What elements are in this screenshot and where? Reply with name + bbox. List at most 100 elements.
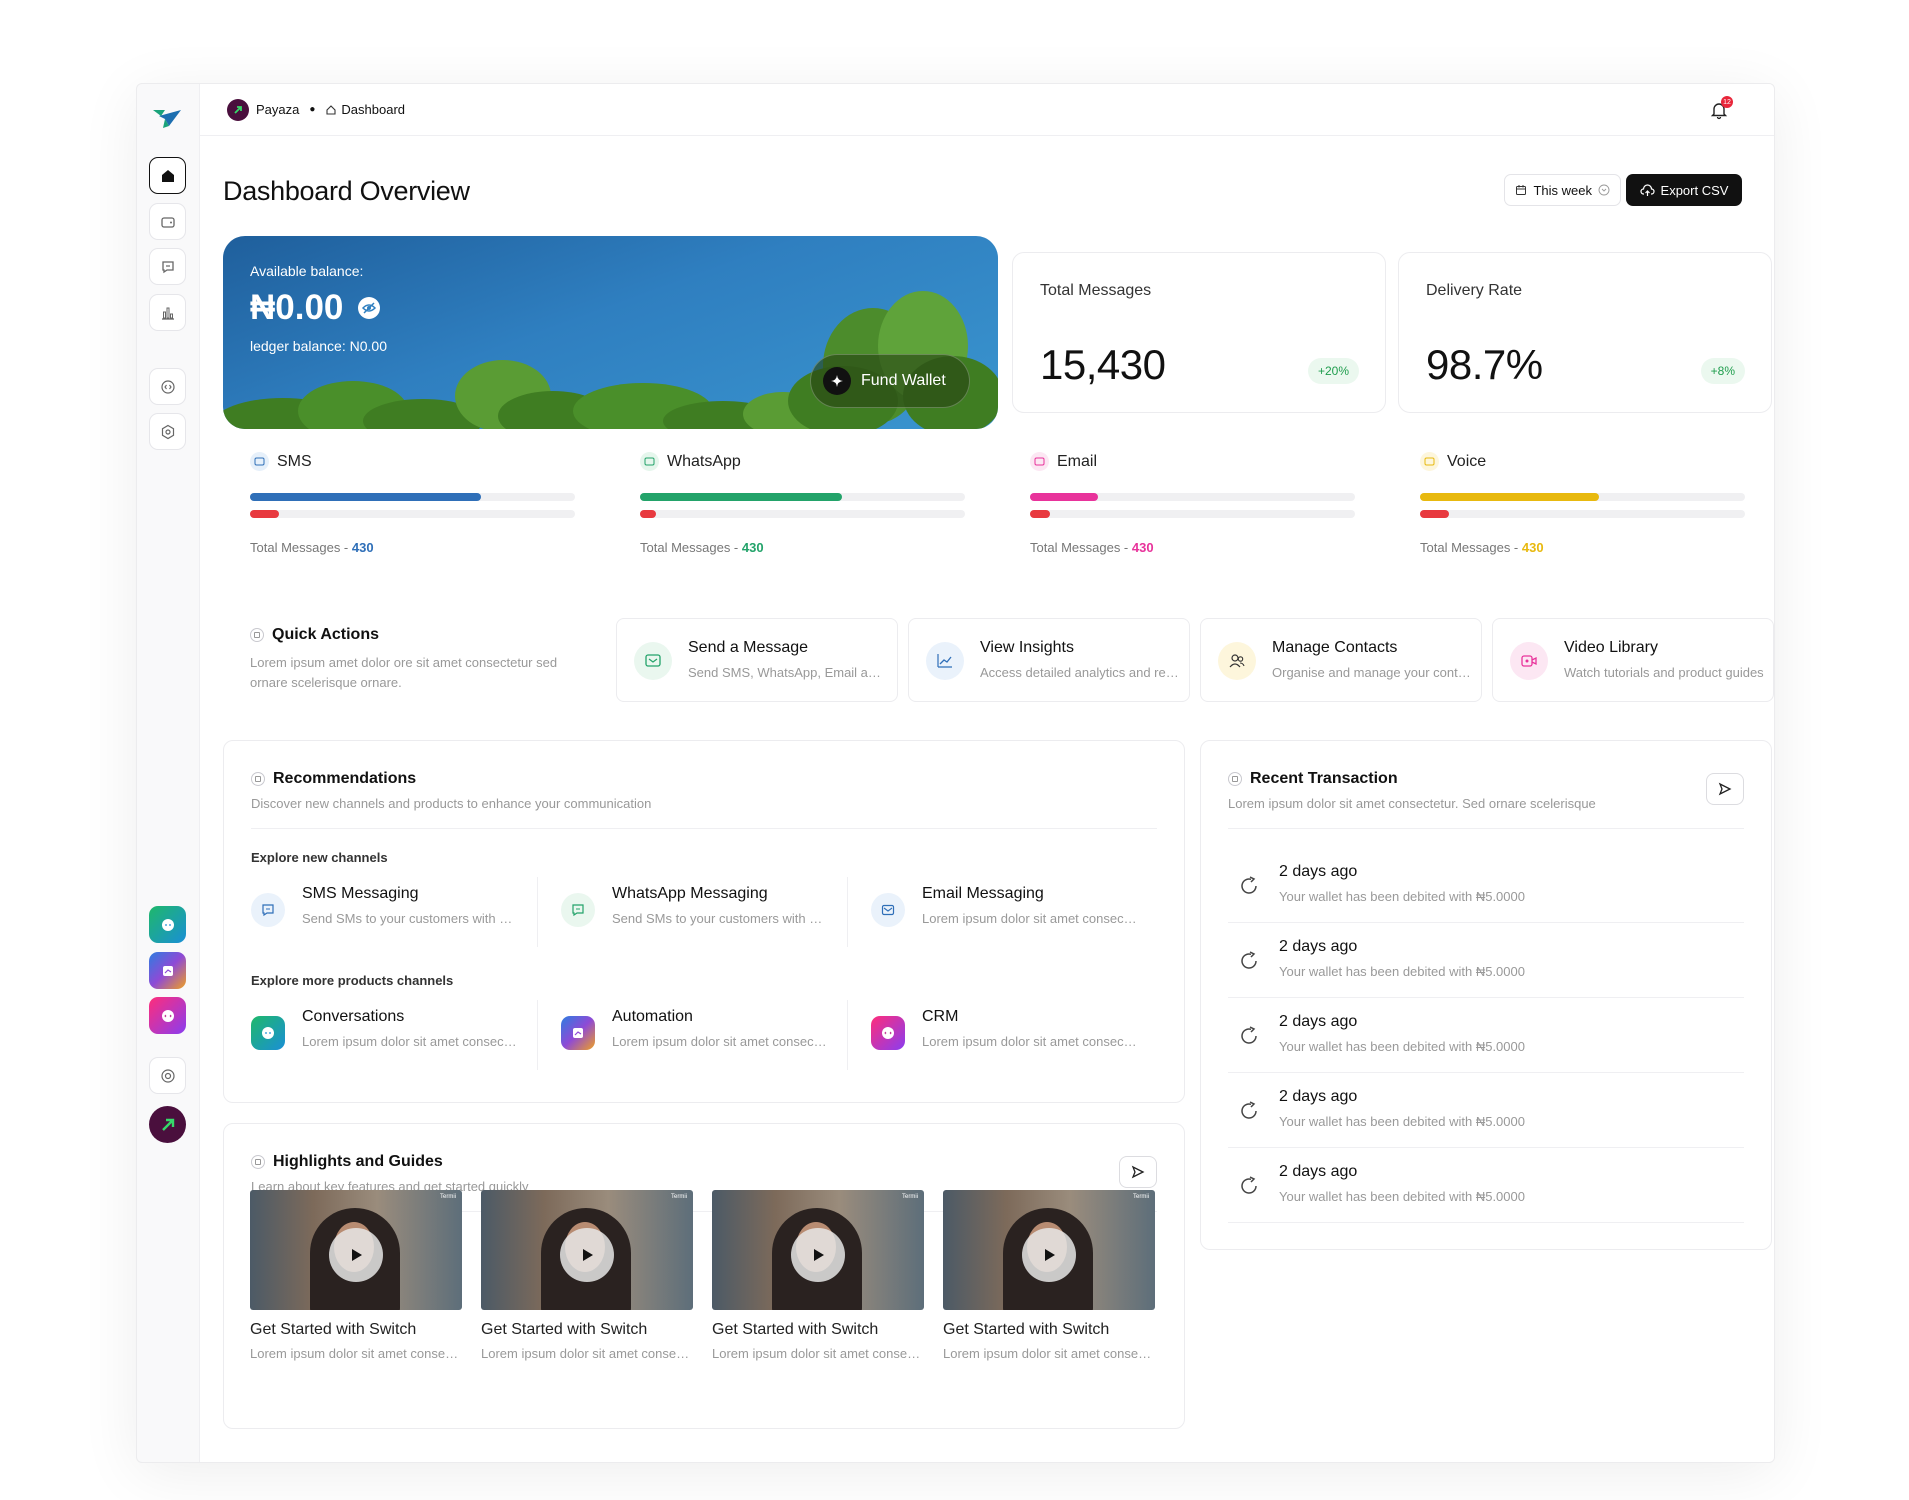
channel-progress-bar	[250, 493, 575, 501]
quick-action-send-message[interactable]: Send a Message Send SMS, WhatsApp, Email…	[616, 618, 898, 702]
transaction-row[interactable]: 2 days ago Your wallet has been debited …	[1228, 998, 1744, 1073]
notification-button[interactable]: 12	[1709, 96, 1733, 120]
quick-action-title: Manage Contacts	[1272, 639, 1398, 656]
explore-channels-heading: Explore new channels	[251, 850, 388, 865]
highlights-more-button[interactable]	[1119, 1156, 1157, 1188]
recommendation-sms[interactable]: SMS Messaging Send SMs to your customers…	[251, 871, 541, 947]
voice-icon	[1420, 452, 1439, 471]
highlights-title: Highlights and Guides	[273, 1153, 443, 1170]
chat-icon	[161, 260, 174, 273]
sidebar-item-developer[interactable]	[149, 368, 186, 405]
transactions-title: Recent Transaction	[1250, 770, 1398, 787]
play-icon[interactable]	[791, 1228, 845, 1282]
recommendation-whatsapp[interactable]: WhatsApp Messaging Send SMs to your cust…	[561, 871, 851, 947]
recommendation-title: CRM	[922, 1008, 959, 1025]
sidebar-item-support[interactable]	[149, 1057, 186, 1094]
recommendation-automation[interactable]: Automation Lorem ipsum dolor sit amet co…	[561, 994, 851, 1070]
code-icon	[160, 379, 175, 394]
channel-voice: Voice Total Messages - 430	[1420, 452, 1745, 555]
sms-icon	[251, 893, 285, 927]
chevron-down-icon	[1598, 184, 1610, 196]
transaction-row[interactable]: 2 days ago Your wallet has been debited …	[1228, 848, 1744, 923]
crm-icon	[161, 1009, 174, 1022]
fund-wallet-button[interactable]: Fund Wallet	[810, 354, 970, 408]
transaction-row[interactable]: 2 days ago Your wallet has been debited …	[1228, 1073, 1744, 1148]
video-card[interactable]: Termii Get Started with Switch Lorem ips…	[943, 1190, 1155, 1361]
quick-actions-title: Quick Actions	[272, 626, 379, 643]
breadcrumb-separator: ●	[309, 104, 316, 115]
channel-progress-fill	[640, 493, 842, 501]
recommendation-subtitle: Lorem ipsum dolor sit amet consectetur	[922, 1034, 1137, 1049]
transaction-row[interactable]: 2 days ago Your wallet has been debited …	[1228, 1148, 1744, 1223]
quick-action-manage-contacts[interactable]: Manage Contacts Organise and manage your…	[1200, 618, 1482, 702]
recommendations-description: Discover new channels and products to en…	[251, 796, 652, 811]
video-title: Get Started with Switch	[250, 1321, 417, 1338]
sidebar-item-messages[interactable]	[149, 248, 186, 285]
video-thumbnail: Termii	[250, 1190, 462, 1310]
quick-action-view-insights[interactable]: View Insights Access detailed analytics …	[908, 618, 1190, 702]
recommendation-email[interactable]: Email Messaging Lorem ipsum dolor sit am…	[871, 871, 1161, 947]
transactions-more-button[interactable]	[1706, 773, 1744, 805]
channel-progress-fill	[1420, 493, 1599, 501]
channel-progress-fill	[250, 493, 481, 501]
calendar-icon	[1516, 185, 1527, 195]
sidebar-app-automation[interactable]	[149, 952, 186, 989]
channel-progress-bar	[1030, 493, 1355, 501]
quick-action-subtitle: Access detailed analytics and reports	[980, 665, 1180, 680]
settings-icon	[161, 424, 174, 439]
play-icon[interactable]	[560, 1228, 614, 1282]
quick-action-video-library[interactable]: Video Library Watch tutorials and produc…	[1492, 618, 1774, 702]
channel-failed-bar	[1030, 510, 1355, 518]
stat-value: 15,430	[1040, 341, 1166, 388]
channel-total: Total Messages - 430	[250, 540, 374, 555]
refresh-icon	[1241, 1026, 1257, 1044]
user-avatar[interactable]	[149, 1106, 186, 1143]
sidebar-item-home[interactable]	[149, 157, 186, 194]
sms-icon	[250, 452, 269, 471]
video-subtitle: Lorem ipsum dolor sit amet consectetur	[250, 1346, 462, 1361]
sidebar-app-conversations[interactable]	[149, 906, 186, 943]
transaction-row[interactable]: 2 days ago Your wallet has been debited …	[1228, 923, 1744, 998]
sidebar-item-wallet[interactable]	[149, 203, 186, 240]
send-icon	[1718, 782, 1732, 796]
channel-failed-fill	[640, 510, 657, 518]
conversations-icon	[251, 1016, 285, 1050]
stat-card-delivery-rate: Delivery Rate 98.7% +8%	[1398, 252, 1772, 413]
sidebar-app-crm[interactable]	[149, 997, 186, 1034]
ledger-balance: ledger balance: N0.00	[250, 338, 387, 354]
divider	[537, 1000, 538, 1070]
channel-progress-fill	[1030, 493, 1099, 501]
play-icon[interactable]	[329, 1228, 383, 1282]
sidebar-item-analytics[interactable]	[149, 294, 186, 331]
play-icon[interactable]	[1022, 1228, 1076, 1282]
home-icon	[161, 169, 174, 182]
recommendation-crm[interactable]: CRM Lorem ipsum dolor sit amet consectet…	[871, 994, 1161, 1070]
sidebar-item-settings[interactable]	[149, 413, 186, 450]
breadcrumb-org[interactable]: Payaza	[256, 102, 299, 117]
recommendation-subtitle: Send SMs to your customers with ease	[302, 911, 517, 926]
video-card[interactable]: Termii Get Started with Switch Lorem ips…	[250, 1190, 462, 1361]
video-title: Get Started with Switch	[712, 1321, 879, 1338]
message-icon	[634, 642, 672, 680]
video-card[interactable]: Termii Get Started with Switch Lorem ips…	[712, 1190, 924, 1361]
recommendation-conversations[interactable]: Conversations Lorem ipsum dolor sit amet…	[251, 994, 541, 1070]
recommendation-subtitle: Lorem ipsum dolor sit amet consectetur	[922, 911, 1137, 926]
transaction-text: Your wallet has been debited with ₦5.000…	[1279, 964, 1525, 979]
notification-badge: 12	[1721, 96, 1733, 108]
transaction-text: Your wallet has been debited with ₦5.000…	[1279, 1039, 1525, 1054]
recommendation-subtitle: Send SMs to your customers with ease	[612, 911, 827, 926]
balance-card: Available balance: ₦0.00 ledger balance:…	[223, 236, 998, 429]
recommendation-title: Email Messaging	[922, 885, 1044, 902]
app-logo-icon[interactable]	[151, 106, 183, 130]
date-range-label: This week	[1533, 182, 1592, 198]
automation-icon	[561, 1016, 595, 1050]
video-card[interactable]: Termii Get Started with Switch Lorem ips…	[481, 1190, 693, 1361]
stat-change-badge: +20%	[1307, 358, 1359, 384]
hide-balance-button[interactable]	[357, 296, 381, 320]
export-csv-button[interactable]: Export CSV	[1626, 174, 1742, 206]
date-range-select[interactable]: This week	[1504, 174, 1621, 206]
quick-action-subtitle: Send SMS, WhatsApp, Email and more	[688, 665, 888, 680]
transaction-time: 2 days ago	[1279, 1013, 1358, 1030]
breadcrumb-page[interactable]: Dashboard	[341, 102, 405, 117]
balance-label: Available balance:	[250, 263, 364, 279]
